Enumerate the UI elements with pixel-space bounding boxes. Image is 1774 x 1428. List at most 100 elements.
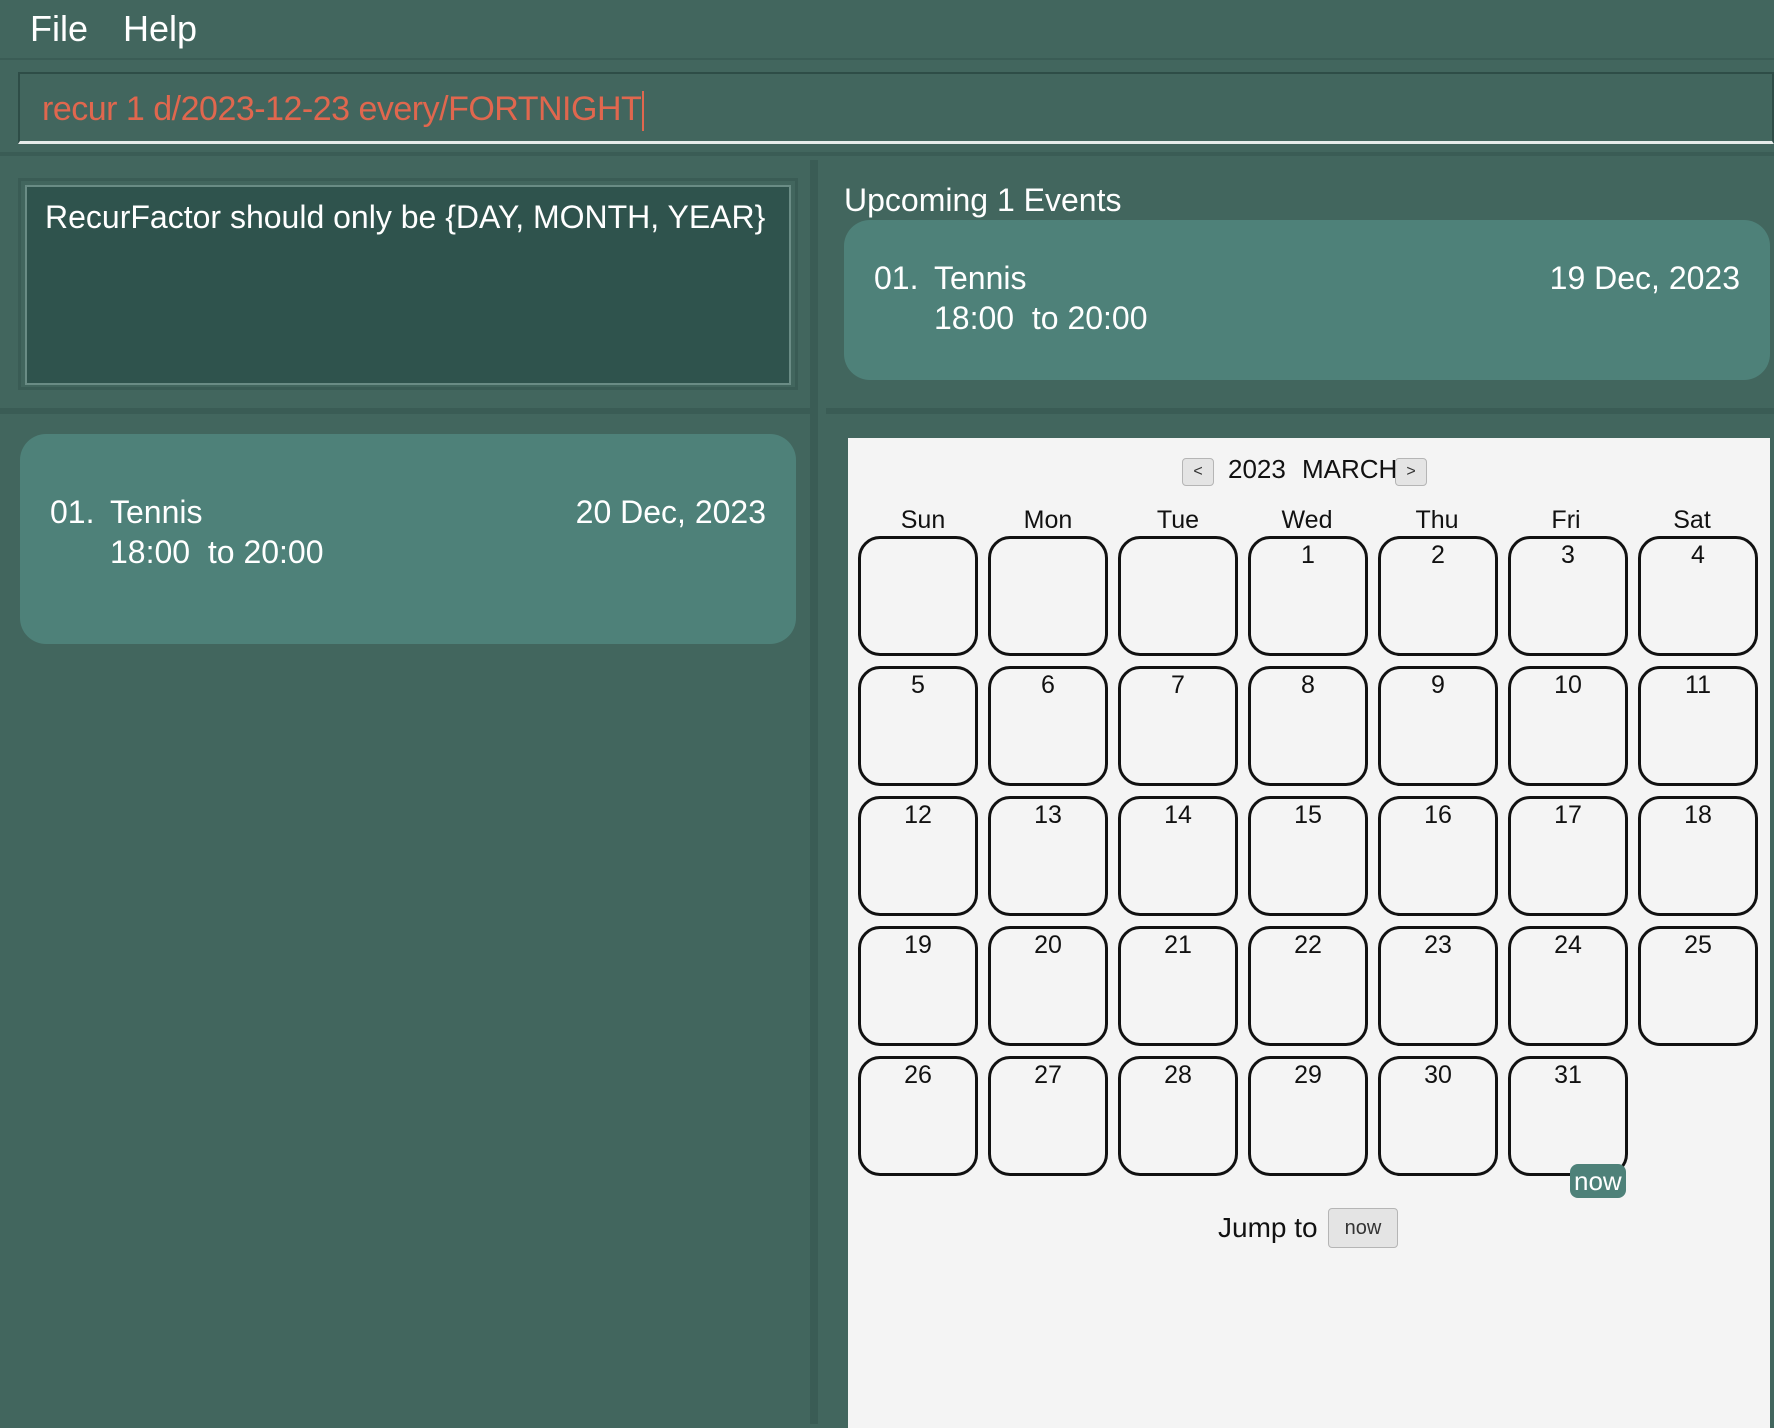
calendar-day-number: 17 [1554, 801, 1582, 829]
calendar-day-number: 29 [1294, 1061, 1322, 1089]
calendar-day-number: 20 [1034, 931, 1062, 959]
calendar-day-cell[interactable]: 8 [1248, 666, 1368, 786]
calendar-day-number: 2 [1431, 541, 1445, 569]
calendar: < 2023 MARCH > Sun Mon Tue Wed Thu Fri S… [848, 438, 1770, 1428]
calendar-day-number: 11 [1685, 671, 1711, 699]
event-name: Tennis [110, 494, 203, 530]
calendar-day-cell[interactable]: 6 [988, 666, 1108, 786]
calendar-day-cell[interactable]: 23 [1378, 926, 1498, 1046]
command-box: recur 1 d/2023-12-23 every/FORTNIGHT [0, 62, 1774, 156]
menu-file[interactable]: File [30, 8, 88, 50]
calendar-day-cell[interactable]: 29 [1248, 1056, 1368, 1176]
calendar-day-number: 5 [911, 671, 925, 699]
divider [826, 408, 1774, 414]
calendar-day-cell[interactable]: 22 [1248, 926, 1368, 1046]
calendar-day-number: 15 [1294, 801, 1322, 829]
calendar-day-cell[interactable]: 2 [1378, 536, 1498, 656]
weekday-label: Tue [1156, 506, 1200, 534]
result-message: RecurFactor should only be {DAY, MONTH, … [45, 199, 766, 235]
event-time: 18:00 to 20:00 [934, 300, 1148, 336]
calendar-day-cell[interactable]: 10 [1508, 666, 1628, 786]
text-caret [642, 91, 645, 132]
calendar-day-number: 25 [1684, 931, 1712, 959]
calendar-day-cell[interactable]: 17 [1508, 796, 1628, 916]
calendar-day-cell[interactable]: 28 [1118, 1056, 1238, 1176]
calendar-day-number: 28 [1164, 1061, 1192, 1089]
weekday-label: Sun [900, 506, 946, 534]
jump-to-label: Jump to [1218, 1212, 1318, 1243]
calendar-day-cell[interactable]: 5 [858, 666, 978, 786]
result-display[interactable]: RecurFactor should only be {DAY, MONTH, … [25, 185, 791, 385]
calendar-day-cell[interactable]: 4 [1638, 536, 1758, 656]
upcoming-events-title: Upcoming 1 Events [844, 182, 1122, 218]
calendar-day-cell[interactable]: 15 [1248, 796, 1368, 916]
command-text: recur 1 d/2023-12-23 every/FORTNIGHT [42, 90, 642, 128]
calendar-day-cell[interactable]: 21 [1118, 926, 1238, 1046]
calendar-day-cell[interactable]: 14 [1118, 796, 1238, 916]
calendar-day-number: 22 [1294, 931, 1322, 959]
calendar-day-cell[interactable]: 1 [1248, 536, 1368, 656]
prev-month-button[interactable]: < [1182, 458, 1214, 486]
weekday-label: Wed [1281, 506, 1333, 534]
calendar-day-number: 3 [1561, 541, 1575, 569]
calendar-day-cell[interactable]: 30 [1378, 1056, 1498, 1176]
calendar-day-cell[interactable]: 16 [1378, 796, 1498, 916]
event-index: 01. [874, 260, 919, 296]
divider [0, 408, 818, 414]
calendar-day-number: 14 [1164, 801, 1192, 829]
calendar-day-cell[interactable]: 19 [858, 926, 978, 1046]
calendar-day-number: 13 [1034, 801, 1062, 829]
calendar-day-cell[interactable] [1118, 536, 1238, 656]
calendar-day-cell[interactable]: 3 [1508, 536, 1628, 656]
upcoming-event-card[interactable]: 01. Tennis 19 Dec, 2023 18:00 to 20:00 [844, 220, 1770, 380]
calendar-day-cell[interactable]: 26 [858, 1056, 978, 1176]
calendar-day-cell[interactable]: 12 [858, 796, 978, 916]
now-badge: now [1570, 1164, 1626, 1198]
calendar-day-number: 24 [1554, 931, 1582, 959]
menu-bar: File Help [0, 0, 1774, 60]
calendar-day-cell[interactable]: 7 [1118, 666, 1238, 786]
jump-now-button[interactable]: now [1328, 1208, 1398, 1248]
calendar-day-number: 23 [1424, 931, 1452, 959]
calendar-day-number: 9 [1431, 671, 1445, 699]
calendar-day-cell[interactable]: 31 [1508, 1056, 1628, 1176]
weekday-label: Fri [1551, 506, 1581, 534]
calendar-day-cell[interactable]: 11 [1638, 666, 1758, 786]
calendar-day-number: 7 [1171, 671, 1185, 699]
menu-help[interactable]: Help [123, 8, 197, 50]
calendar-day-cell[interactable]: 9 [1378, 666, 1498, 786]
calendar-day-number: 31 [1554, 1061, 1582, 1089]
calendar-month: MARCH [1302, 454, 1398, 484]
right-panel: Upcoming 1 Events 01. Tennis 19 Dec, 202… [826, 160, 1774, 1428]
calendar-day-cell[interactable] [858, 536, 978, 656]
calendar-day-cell[interactable]: 18 [1638, 796, 1758, 916]
calendar-day-number: 30 [1424, 1061, 1452, 1089]
event-card[interactable]: 01. Tennis 20 Dec, 2023 18:00 to 20:00 [20, 434, 796, 644]
calendar-day-cell[interactable]: 13 [988, 796, 1108, 916]
calendar-day-number: 26 [904, 1061, 932, 1089]
weekday-label: Thu [1415, 506, 1459, 534]
calendar-day-number: 8 [1301, 671, 1315, 699]
calendar-day-cell[interactable]: 20 [988, 926, 1108, 1046]
calendar-day-number: 21 [1164, 931, 1192, 959]
left-panel: RecurFactor should only be {DAY, MONTH, … [0, 160, 818, 1424]
calendar-day-cell[interactable]: 24 [1508, 926, 1628, 1046]
command-input[interactable]: recur 1 d/2023-12-23 every/FORTNIGHT [18, 72, 1774, 144]
event-date: 20 Dec, 2023 [575, 494, 766, 530]
calendar-day-number: 18 [1684, 801, 1712, 829]
event-time: 18:00 to 20:00 [110, 534, 324, 570]
calendar-day-number: 16 [1424, 801, 1452, 829]
calendar-year: 2023 [1228, 454, 1286, 484]
weekday-label: Mon [1023, 506, 1073, 534]
calendar-day-number: 19 [904, 931, 932, 959]
calendar-day-cell[interactable]: 27 [988, 1056, 1108, 1176]
result-display-frame: RecurFactor should only be {DAY, MONTH, … [18, 178, 798, 390]
event-name: Tennis [934, 260, 1027, 296]
calendar-nav: < 2023 MARCH > [848, 454, 1770, 494]
event-index: 01. [50, 494, 95, 530]
next-month-button[interactable]: > [1395, 458, 1427, 486]
calendar-day-cell[interactable] [988, 536, 1108, 656]
calendar-day-cell[interactable]: 25 [1638, 926, 1758, 1046]
calendar-day-number: 27 [1034, 1061, 1062, 1089]
weekday-label: Sat [1673, 506, 1711, 534]
